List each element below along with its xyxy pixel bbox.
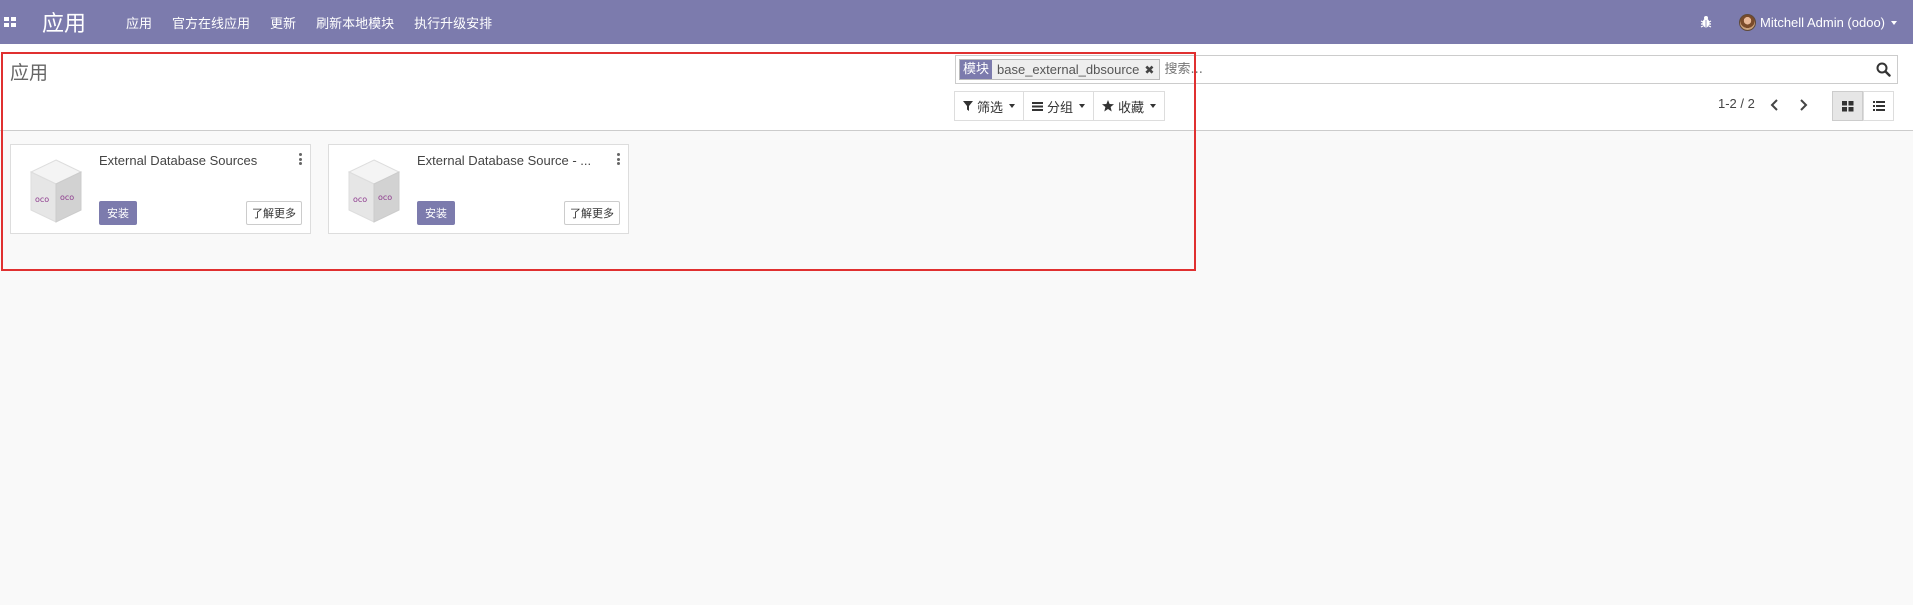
search-options: 筛选 分组 收藏 <box>954 91 1166 121</box>
filter-label: 筛选 <box>977 100 1004 116</box>
favorites-button[interactable]: 收藏 <box>1093 91 1166 121</box>
svg-text:oco: oco <box>60 193 74 202</box>
menu-item-apps[interactable]: 应用 <box>126 13 152 32</box>
facet-value-text: base_external_dbsource <box>997 62 1140 77</box>
svg-text:oco: oco <box>35 195 49 204</box>
brand-title[interactable]: 应用 <box>42 6 86 38</box>
caret-down-icon <box>1150 104 1157 108</box>
menu-item-refresh-local-modules[interactable]: 刷新本地模块 <box>316 13 394 32</box>
search-input[interactable] <box>1164 62 1872 77</box>
app-card-title: External Database Source - ... <box>417 153 592 168</box>
facet-remove-icon[interactable]: ✖ <box>1144 63 1154 77</box>
list-view-button[interactable] <box>1863 91 1894 121</box>
facet-category: 模块 <box>960 60 993 79</box>
app-card-title: External Database Sources <box>99 153 258 168</box>
module-icon: oco oco <box>347 159 401 223</box>
facet-value: base_external_dbsource ✖ <box>992 60 1160 79</box>
control-panel: 应用 模块 base_external_dbsource ✖ 筛选 分组 收藏 1… <box>0 44 1913 131</box>
user-menu[interactable]: Mitchell Admin (odoo) <box>1760 15 1897 30</box>
navbar-right: Mitchell Admin (odoo) <box>1699 13 1897 31</box>
page-title: 应用 <box>10 62 49 84</box>
filter-button[interactable]: 筛选 <box>954 91 1025 121</box>
install-button[interactable]: 安装 <box>417 201 455 225</box>
pager-next-icon[interactable] <box>1796 97 1810 113</box>
group-by-label: 分组 <box>1047 100 1074 116</box>
pager-previous-icon[interactable] <box>1768 97 1782 113</box>
star-icon <box>1102 100 1115 112</box>
menu-item-updates[interactable]: 更新 <box>270 13 296 32</box>
card-menu-icon[interactable] <box>614 152 622 166</box>
bug-icon[interactable] <box>1699 15 1713 29</box>
pager-value[interactable]: 1-2 / 2 <box>1718 96 1755 111</box>
install-button[interactable]: 安装 <box>99 201 137 225</box>
top-navbar: 应用 应用 官方在线应用 更新 刷新本地模块 执行升级安排 Mitchell A… <box>0 0 1913 44</box>
search-facet: 模块 base_external_dbsource ✖ <box>959 59 1161 80</box>
user-name: Mitchell Admin (odoo) <box>1760 14 1885 30</box>
favorites-label: 收藏 <box>1118 100 1145 116</box>
group-by-button[interactable]: 分组 <box>1023 91 1095 121</box>
learn-more-button[interactable]: 了解更多 <box>246 201 302 225</box>
menu-item-online-apps[interactable]: 官方在线应用 <box>172 13 250 32</box>
caret-down-icon <box>1891 21 1897 26</box>
search-icon[interactable] <box>1872 59 1894 81</box>
filter-icon <box>963 101 973 111</box>
kanban-view-button[interactable] <box>1832 91 1863 121</box>
menu-item-apply-upgrades[interactable]: 执行升级安排 <box>414 13 492 32</box>
grid-icon <box>1841 100 1853 111</box>
avatar[interactable] <box>1739 13 1756 31</box>
app-card[interactable]: oco oco External Database Sources 安装 了解更… <box>10 144 311 234</box>
app-card[interactable]: oco oco External Database Source - ... 安… <box>328 144 629 234</box>
view-switcher <box>1832 91 1894 121</box>
svg-text:oco: oco <box>378 193 392 202</box>
caret-down-icon <box>1079 104 1086 108</box>
list-icon <box>1032 101 1044 111</box>
svg-text:oco: oco <box>353 195 367 204</box>
caret-down-icon <box>1009 104 1016 108</box>
list-view-icon <box>1872 101 1885 111</box>
search-bar[interactable]: 模块 base_external_dbsource ✖ <box>955 55 1898 84</box>
kanban-view: oco oco External Database Sources 安装 了解更… <box>10 144 646 234</box>
module-icon: oco oco <box>29 159 83 223</box>
learn-more-button[interactable]: 了解更多 <box>564 201 620 225</box>
apps-grid-icon[interactable] <box>4 16 16 28</box>
card-menu-icon[interactable] <box>296 152 304 166</box>
